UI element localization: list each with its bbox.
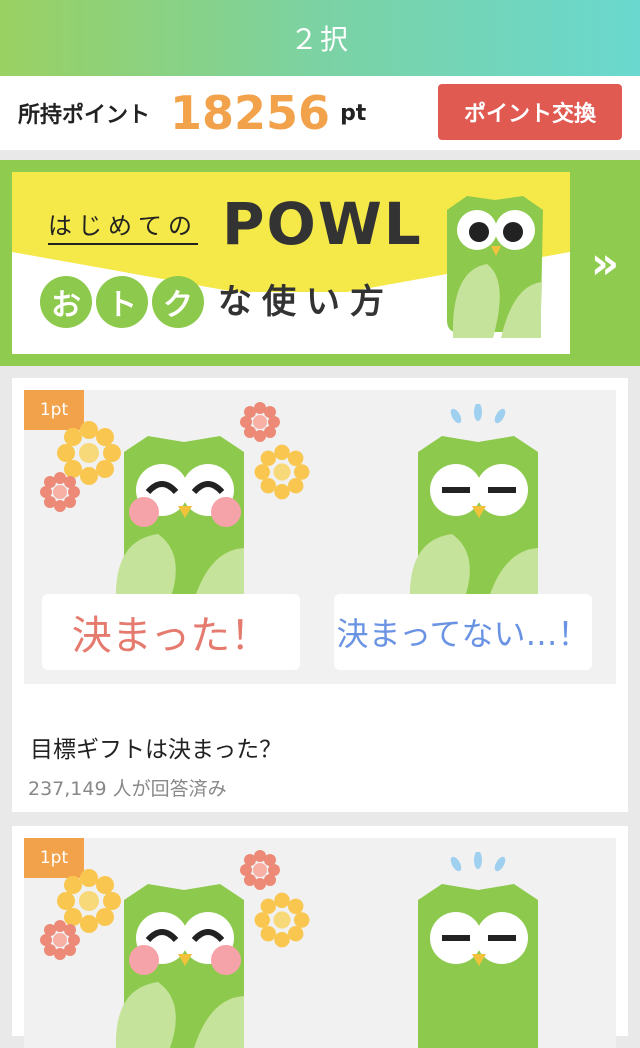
points-bar: 所持ポイント 18256 pt ポイント交換	[0, 76, 640, 150]
banner-intro-text: はじめての	[48, 206, 198, 245]
worried-owl-icon	[409, 404, 538, 600]
happy-owl-icon	[115, 436, 244, 600]
question-card[interactable]: 1pt	[12, 378, 628, 812]
double-chevron-right-icon[interactable]: »	[570, 160, 640, 366]
powl-guide-banner[interactable]: はじめての POWL お ト ク な使い方	[12, 172, 570, 354]
choice-decided-button[interactable]: 決まった！	[42, 594, 300, 670]
app-header: ２択	[0, 0, 640, 76]
owl-mascot-icon	[447, 196, 543, 338]
tagline-rest: な使い方	[218, 282, 394, 322]
banner-tagline: お ト ク な使い方	[40, 276, 394, 328]
flower-icon	[40, 920, 80, 960]
flower-icon	[254, 444, 310, 500]
question-image: 1pt	[24, 390, 616, 684]
answered-count: 237,149 人が回答済み	[28, 778, 227, 800]
tagline-char: お	[40, 276, 92, 328]
page-title: ２択	[289, 23, 350, 56]
question-text: 目標ギフトは決まった？	[30, 737, 283, 763]
powl-logo: POWL	[222, 190, 423, 258]
points-unit: pt	[340, 100, 367, 126]
question-image: 1pt	[24, 838, 616, 1048]
question-card[interactable]: 1pt	[12, 826, 628, 1048]
choice-undecided-button[interactable]: 決まってない…！	[334, 594, 592, 670]
happy-owl-icon	[115, 884, 244, 1048]
tagline-char: ト	[96, 276, 148, 328]
flower-icon	[254, 892, 310, 948]
worried-owl-icon	[418, 852, 538, 1048]
points-label: 所持ポイント	[18, 103, 151, 128]
flower-icon	[40, 472, 80, 512]
tagline-char: ク	[152, 276, 204, 328]
point-exchange-button[interactable]: ポイント交換	[438, 84, 622, 140]
points-value: 18256	[170, 86, 331, 140]
banner-carousel: はじめての POWL お ト ク な使い方 »	[0, 160, 640, 366]
